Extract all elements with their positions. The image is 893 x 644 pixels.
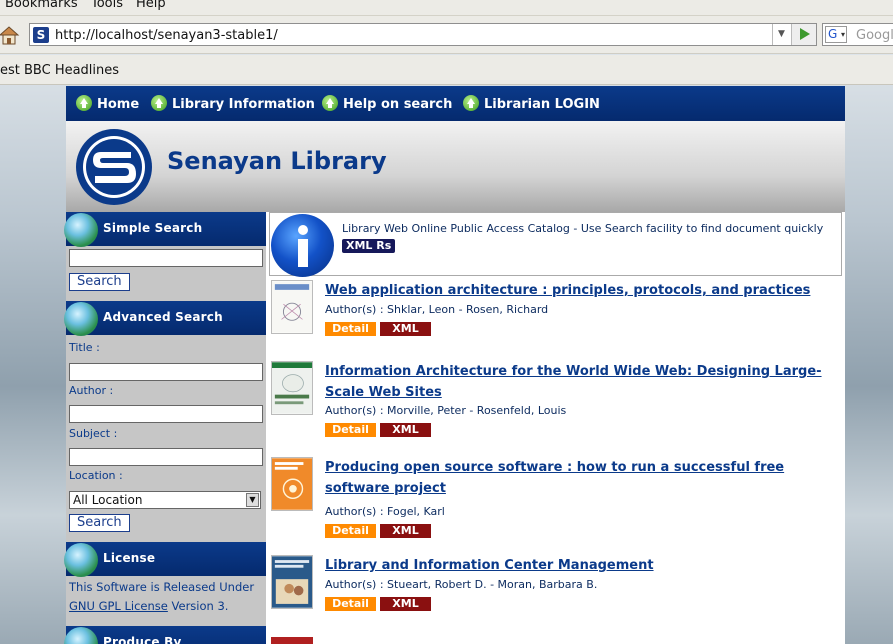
book-authors: Author(s) : Morville, Peter - Rosenfeld,… bbox=[325, 404, 567, 417]
book-title-link[interactable]: Information Architecture for the World W… bbox=[325, 361, 845, 403]
main-content: Library Web Online Public Access Catalog… bbox=[267, 212, 845, 644]
location-select-value: All Location bbox=[73, 493, 143, 507]
gnu-gpl-link[interactable]: GNU GPL License bbox=[69, 599, 168, 613]
simple-search-heading: Simple Search bbox=[103, 221, 203, 235]
globe-icon bbox=[64, 302, 98, 336]
sidebar: Simple Search Search Advanced Search Tit… bbox=[64, 212, 266, 644]
author-label: Author : bbox=[69, 384, 114, 397]
arrow-up-icon bbox=[463, 95, 479, 111]
go-button[interactable] bbox=[791, 24, 816, 45]
book-cover-image[interactable] bbox=[271, 555, 313, 609]
author-input[interactable] bbox=[69, 405, 263, 423]
url-text[interactable]: http://localhost/senayan3-stable1/ bbox=[55, 28, 278, 43]
license-heading: License bbox=[103, 551, 156, 565]
subject-label: Subject : bbox=[69, 427, 118, 440]
produced-by-heading: Produce By bbox=[103, 635, 182, 644]
xml-rss-button[interactable]: XML Rs bbox=[342, 239, 396, 253]
book-cover-image[interactable] bbox=[271, 637, 313, 644]
site-favicon-icon: S bbox=[33, 27, 49, 43]
arrow-up-icon bbox=[151, 95, 167, 111]
page-container: Home Library Information Help on search … bbox=[64, 86, 845, 644]
book-authors: Author(s) : Shklar, Leon - Rosen, Richar… bbox=[325, 303, 549, 316]
book-title-link[interactable]: Web application architecture : principle… bbox=[325, 280, 845, 301]
simple-search-button[interactable]: Search bbox=[69, 273, 130, 291]
info-box: Library Web Online Public Access Catalog… bbox=[269, 212, 842, 277]
book-cover-image[interactable] bbox=[271, 457, 313, 511]
url-bar[interactable]: S http://localhost/senayan3-stable1/ ▼ bbox=[29, 23, 817, 46]
book-cover-image[interactable] bbox=[271, 361, 313, 415]
license-text-line2: Version 3. bbox=[167, 599, 229, 613]
xml-button[interactable]: XML bbox=[380, 322, 431, 336]
detail-button[interactable]: Detail bbox=[325, 322, 376, 336]
book-authors: Author(s) : Fogel, Karl bbox=[325, 505, 445, 518]
book-title-link[interactable]: Producing open source software : how to … bbox=[325, 457, 845, 499]
arrow-up-icon bbox=[76, 95, 92, 111]
nav-library-information-label: Library Information bbox=[172, 97, 315, 112]
search-engine-selector[interactable]: G bbox=[825, 26, 847, 43]
nav-home[interactable]: Home bbox=[76, 95, 139, 112]
chevron-down-icon: ▼ bbox=[246, 493, 259, 507]
detail-button[interactable]: Detail bbox=[325, 597, 376, 611]
menu-help[interactable]: Help bbox=[136, 0, 166, 10]
bookmarks-toolbar: est BBC Headlines bbox=[0, 55, 893, 85]
senayan-logo-icon bbox=[76, 129, 152, 205]
license-header: License bbox=[64, 542, 266, 577]
site-header: Senayan Library bbox=[66, 121, 845, 212]
detail-button[interactable]: Detail bbox=[325, 524, 376, 538]
bookmark-bbc-headlines[interactable]: est BBC Headlines bbox=[0, 63, 119, 78]
menu-bookmarks[interactable]: Bookmarks bbox=[5, 0, 78, 10]
nav-librarian-login-label: Librarian LOGIN bbox=[484, 97, 600, 112]
globe-icon bbox=[64, 543, 98, 577]
site-title: Senayan Library bbox=[167, 147, 387, 175]
info-text: Library Web Online Public Access Catalog… bbox=[342, 222, 824, 235]
simple-search-header: Simple Search bbox=[64, 212, 266, 247]
advanced-search-button[interactable]: Search bbox=[69, 514, 130, 532]
home-icon[interactable] bbox=[0, 24, 20, 46]
globe-icon bbox=[64, 213, 98, 247]
location-select[interactable]: All Location ▼ bbox=[69, 491, 261, 509]
book-cover-image[interactable] bbox=[271, 280, 313, 334]
browser-menubar: Bookmarks Tools Help bbox=[0, 0, 893, 16]
nav-library-information[interactable]: Library Information bbox=[151, 95, 315, 112]
book-authors: Author(s) : Stueart, Robert D. - Moran, … bbox=[325, 578, 598, 591]
xml-button[interactable]: XML bbox=[380, 597, 431, 611]
nav-help-on-search-label: Help on search bbox=[343, 97, 453, 112]
globe-icon bbox=[64, 627, 98, 644]
subject-input[interactable] bbox=[69, 448, 263, 466]
license-text: This Software is Released Under GNU GPL … bbox=[69, 578, 264, 616]
nav-home-label: Home bbox=[97, 97, 140, 112]
detail-button[interactable]: Detail bbox=[325, 423, 376, 437]
simple-search-input[interactable] bbox=[69, 249, 263, 267]
browser-navbar: S http://localhost/senayan3-stable1/ ▼ G… bbox=[0, 16, 893, 54]
info-icon bbox=[271, 214, 334, 277]
nav-librarian-login[interactable]: Librarian LOGIN bbox=[463, 95, 600, 112]
title-input[interactable] bbox=[69, 363, 263, 381]
search-placeholder: Googl bbox=[856, 28, 893, 43]
license-text-line1: This Software is Released Under bbox=[69, 580, 255, 594]
advanced-search-heading: Advanced Search bbox=[103, 310, 223, 324]
book-title-link[interactable]: Library and Information Center Managemen… bbox=[325, 555, 845, 576]
xml-button[interactable]: XML bbox=[380, 423, 431, 437]
menu-tools[interactable]: Tools bbox=[91, 0, 123, 10]
top-navigation: Home Library Information Help on search … bbox=[66, 86, 845, 121]
location-label: Location : bbox=[69, 469, 123, 482]
produced-by-header: Produce By bbox=[64, 626, 266, 644]
url-history-dropdown-icon[interactable]: ▼ bbox=[772, 24, 790, 45]
xml-button[interactable]: XML bbox=[380, 524, 431, 538]
browser-search-box[interactable]: G Googl bbox=[822, 23, 893, 46]
nav-help-on-search[interactable]: Help on search bbox=[322, 95, 452, 112]
arrow-up-icon bbox=[322, 95, 338, 111]
advanced-search-header: Advanced Search bbox=[64, 301, 266, 336]
title-label: Title : bbox=[69, 341, 100, 354]
